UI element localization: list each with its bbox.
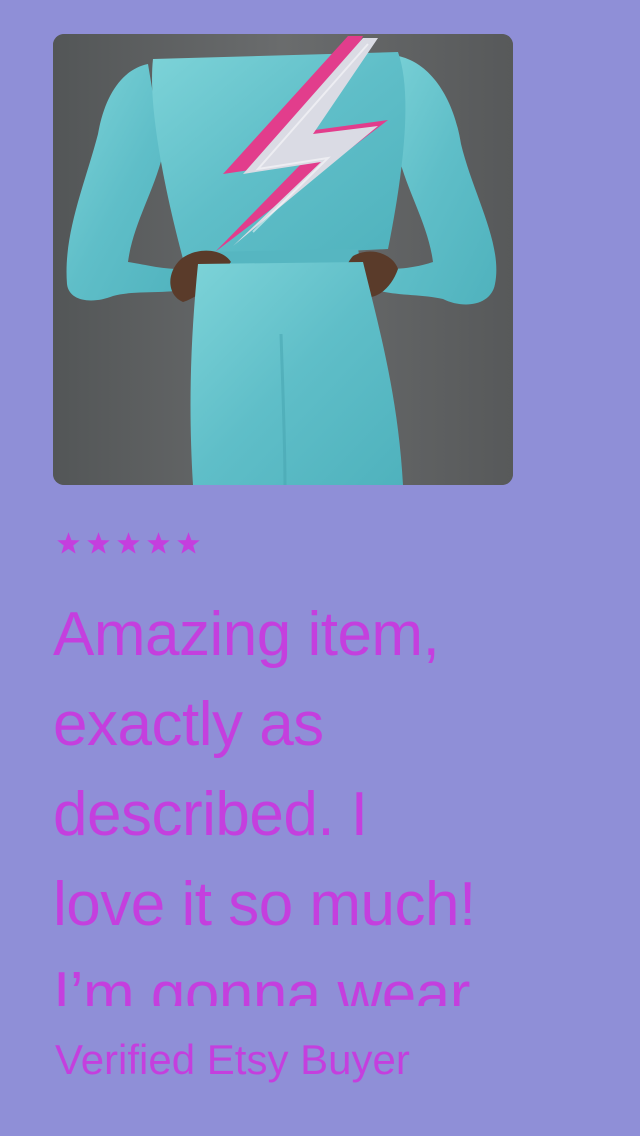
review-card-page: Amazing item, exactly as described. I lo… [0, 0, 640, 1136]
star-icon [147, 532, 170, 554]
star-icon [117, 532, 140, 554]
reviewer-name: Verified Etsy Buyer [55, 1036, 410, 1083]
star-icon [87, 532, 110, 554]
jumpsuit-image [53, 34, 513, 485]
star-rating [55, 530, 202, 564]
product-photo[interactable] [53, 34, 513, 485]
star-icon [177, 532, 200, 554]
review-text-container[interactable]: Amazing item, exactly as described. I lo… [53, 590, 613, 1006]
review-text: Amazing item, exactly as described. I lo… [53, 600, 476, 1006]
star-icon [57, 532, 80, 554]
